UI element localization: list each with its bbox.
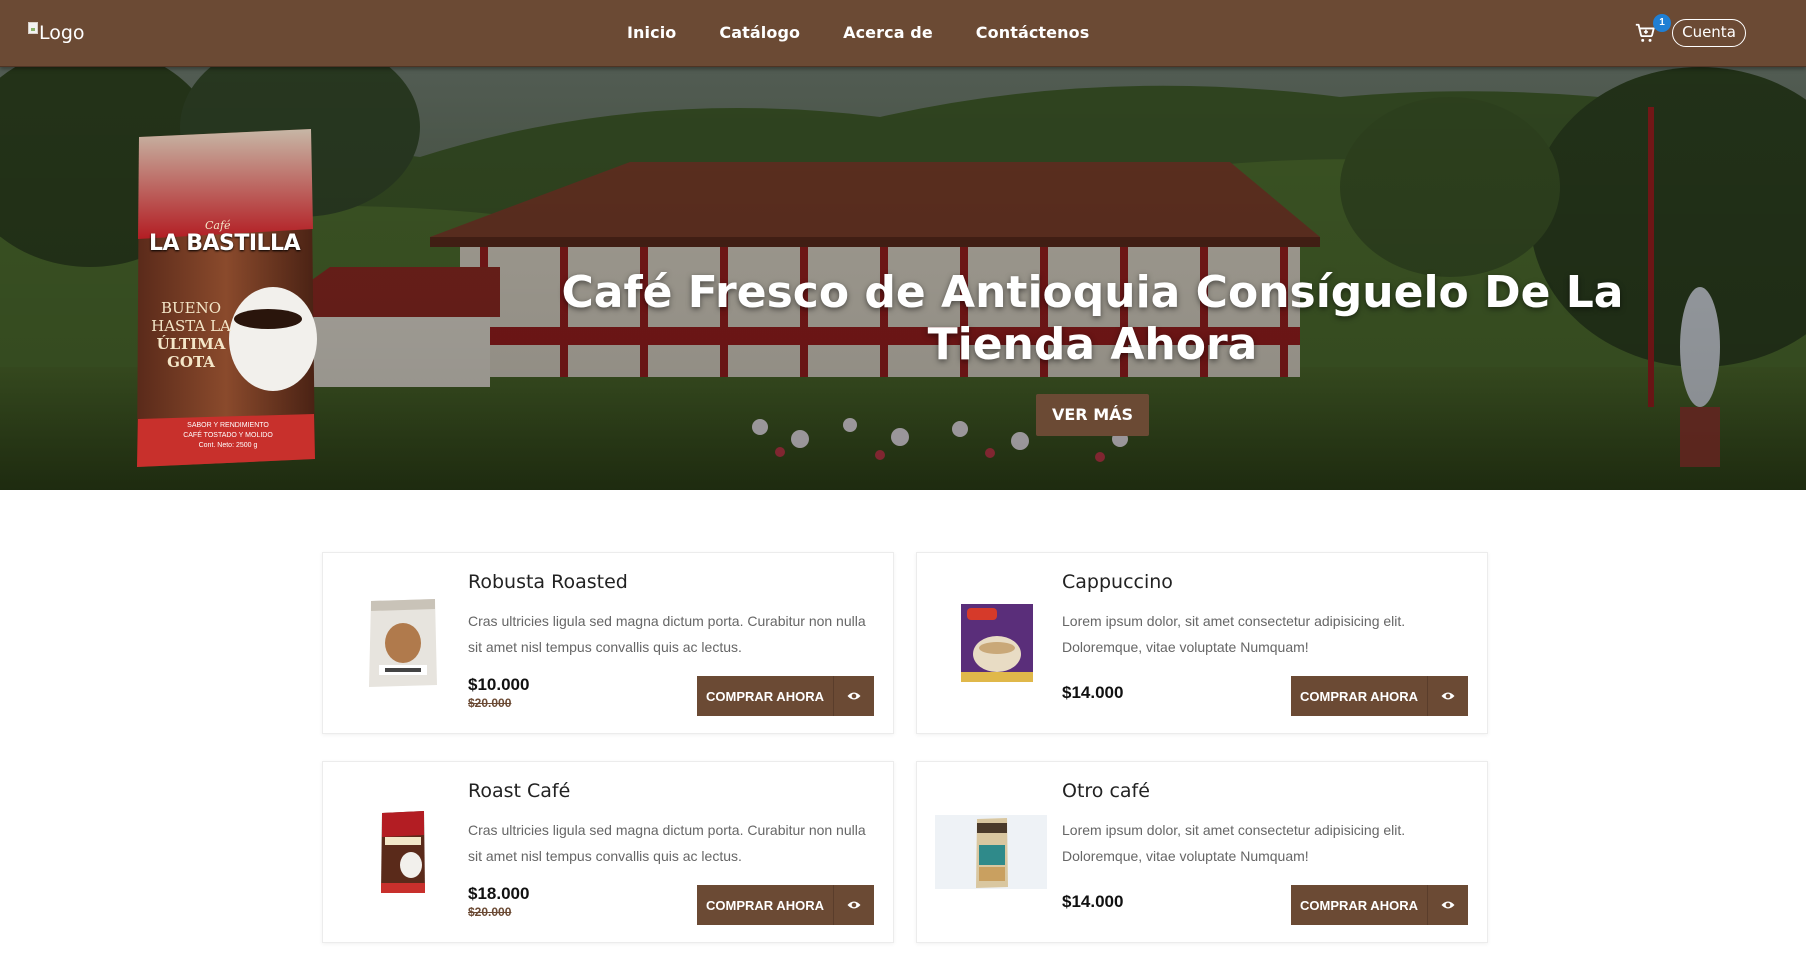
logo-alt-text: Logo: [39, 22, 85, 44]
product-image: [343, 583, 463, 703]
nav-link-catalogo[interactable]: Catálogo: [719, 23, 800, 42]
product-name: Roast Café: [468, 780, 571, 802]
nav-link-contactenos[interactable]: Contáctenos: [976, 23, 1090, 42]
product-card-roast-cafe: Roast Café Cras ultricies ligula sed mag…: [322, 761, 894, 943]
eye-icon[interactable]: [833, 885, 874, 925]
account-button[interactable]: Cuenta: [1672, 19, 1746, 47]
product-description: Cras ultricies ligula sed magna dictum p…: [468, 613, 866, 655]
eye-icon[interactable]: [1427, 885, 1468, 925]
buy-now-label: COMPRAR AHORA: [706, 688, 824, 704]
product-name: Otro café: [1062, 780, 1150, 802]
buy-now-button[interactable]: COMPRAR AHORA: [697, 885, 874, 925]
buy-now-label: COMPRAR AHORA: [706, 897, 824, 913]
product-old-price: $20.000: [468, 905, 512, 919]
package-brand: LA BASTILLA: [149, 231, 301, 256]
navbar: Logo Inicio Catálogo Acerca de Contácten…: [0, 0, 1806, 67]
logo[interactable]: Logo: [28, 22, 85, 44]
product-description: Lorem ipsum dolor, sit amet consectetur …: [1062, 613, 1406, 655]
nav-link-acerca-de[interactable]: Acerca de: [843, 23, 933, 42]
product-price: $18.000: [468, 884, 530, 903]
hero-banner: Café LA BASTILLA BUENO HASTA LA ÚLTIMA G…: [0, 67, 1806, 490]
product-name: Robusta Roasted: [468, 571, 628, 593]
product-price: $10.000: [468, 675, 530, 694]
buy-now-button[interactable]: COMPRAR AHORA: [1291, 676, 1468, 716]
buy-now-label: COMPRAR AHORA: [1300, 897, 1418, 913]
product-image: [343, 792, 463, 912]
buy-now-button[interactable]: COMPRAR AHORA: [1291, 885, 1468, 925]
main-nav: Inicio Catálogo Acerca de Contáctenos: [627, 23, 1132, 42]
eye-icon[interactable]: [833, 676, 874, 716]
product-description: Lorem ipsum dolor, sit amet consectetur …: [1062, 822, 1406, 864]
product-image: [937, 583, 1057, 703]
ver-mas-button[interactable]: VER MÁS: [1036, 394, 1149, 436]
hero-title: Café Fresco de Antioquia Consíguelo De L…: [561, 267, 1624, 370]
product-card-cappuccino: Cappuccino Lorem ipsum dolor, sit amet c…: [916, 552, 1488, 734]
product-image: [935, 792, 1047, 912]
product-card-robusta-roasted: Robusta Roasted Cras ultricies ligula se…: [322, 552, 894, 734]
package-slogan: BUENO HASTA LA ÚLTIMA GOTA: [151, 299, 231, 371]
product-price: $14.000: [1062, 683, 1124, 702]
package-footer: SABOR Y RENDIMIENTO CAFÉ TOSTADO Y MOLID…: [183, 422, 273, 449]
product-name: Cappuccino: [1062, 571, 1173, 593]
product-price: $14.000: [1062, 892, 1124, 911]
buy-now-label: COMPRAR AHORA: [1300, 688, 1418, 704]
product-description: Cras ultricies ligula sed magna dictum p…: [468, 822, 866, 864]
product-old-price: $20.000: [468, 696, 512, 710]
cart-count-badge: 1: [1653, 14, 1671, 32]
eye-icon[interactable]: [1427, 676, 1468, 716]
broken-image-icon: [28, 22, 38, 34]
coffee-package-image: Café LA BASTILLA BUENO HASTA LA ÚLTIMA G…: [133, 129, 319, 467]
nav-link-inicio[interactable]: Inicio: [627, 23, 676, 42]
buy-now-button[interactable]: COMPRAR AHORA: [697, 676, 874, 716]
product-card-otro-cafe: Otro café Lorem ipsum dolor, sit amet co…: [916, 761, 1488, 943]
